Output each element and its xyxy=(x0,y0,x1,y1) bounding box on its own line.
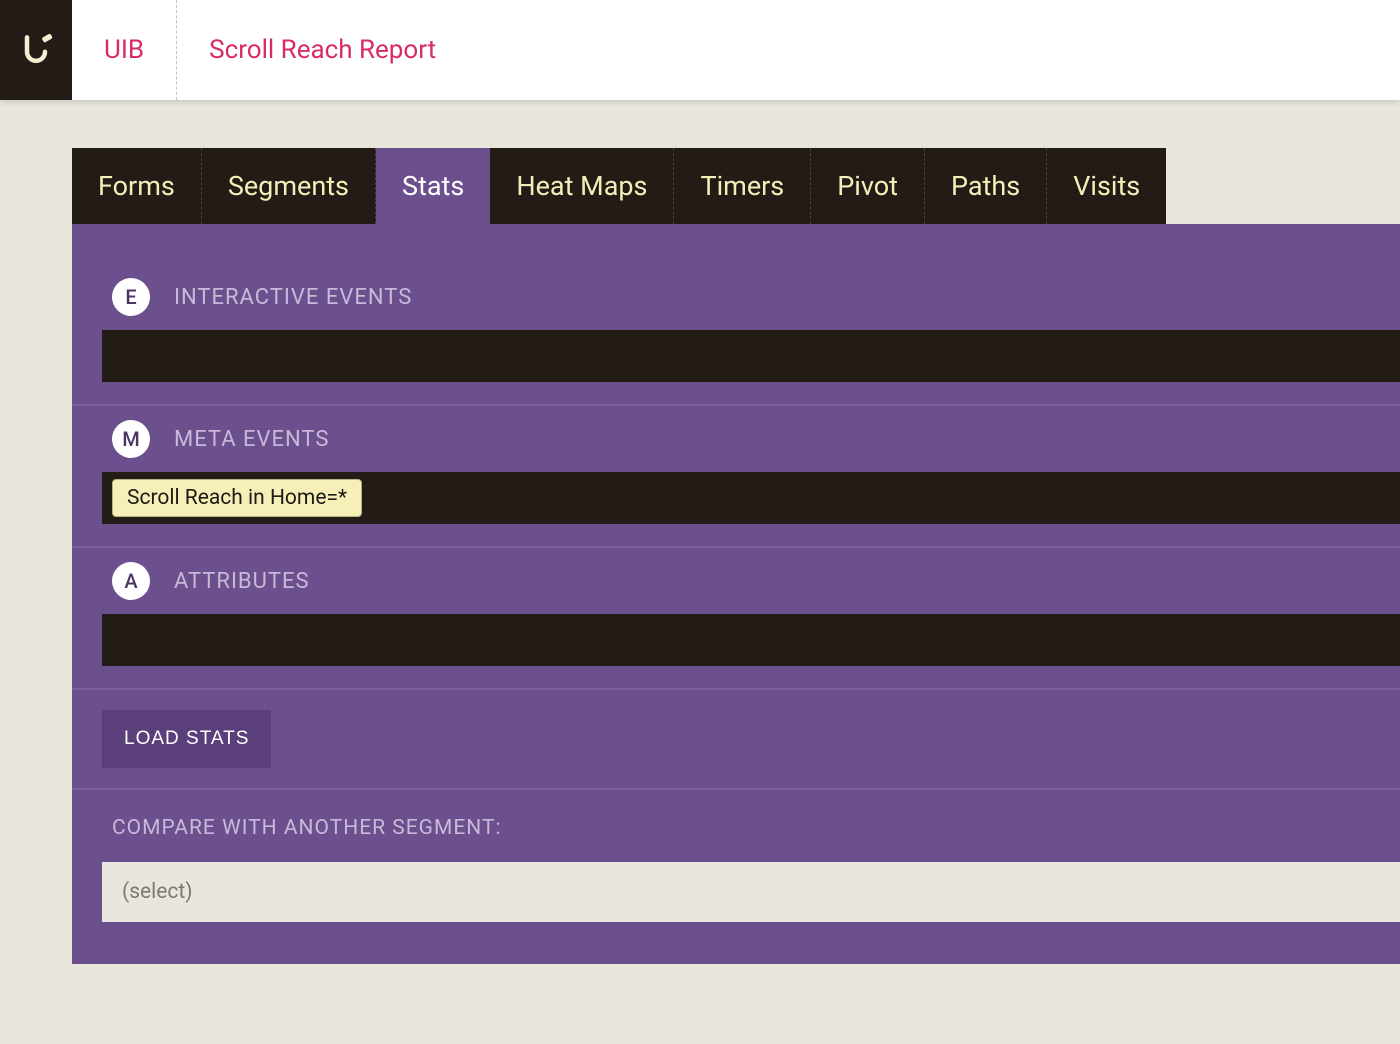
tab-label: Pivot xyxy=(837,170,898,202)
tab-visits[interactable]: Visits xyxy=(1047,148,1166,224)
tab-segments[interactable]: Segments xyxy=(202,148,376,224)
filter-chip[interactable]: Scroll Reach in Home=* xyxy=(112,479,362,517)
breadcrumb-item-0[interactable]: UIB xyxy=(72,0,177,100)
action-row: LOAD STATS xyxy=(72,690,1400,790)
tab-label: Segments xyxy=(228,170,349,202)
tab-paths[interactable]: Paths xyxy=(925,148,1047,224)
main-panel: Forms Segments Stats Heat Maps Timers Pi… xyxy=(72,148,1400,964)
tab-label: Stats xyxy=(402,170,464,202)
section-badge: E xyxy=(112,278,150,316)
section-header: A ATTRIBUTES xyxy=(72,548,1400,614)
tab-label: Timers xyxy=(700,170,784,202)
tab-heat-maps[interactable]: Heat Maps xyxy=(490,148,674,224)
breadcrumb-label: UIB xyxy=(104,35,144,65)
section-title: ATTRIBUTES xyxy=(174,569,310,594)
logo-icon xyxy=(18,32,54,68)
section-title: INTERACTIVE EVENTS xyxy=(174,285,412,310)
section-title: META EVENTS xyxy=(174,427,329,452)
tab-label: Paths xyxy=(951,170,1020,202)
tab-forms[interactable]: Forms xyxy=(72,148,202,224)
compare-segment-block: COMPARE WITH ANOTHER SEGMENT: (select) xyxy=(72,790,1400,934)
tab-stats[interactable]: Stats xyxy=(376,148,490,224)
section-interactive-events: E INTERACTIVE EVENTS xyxy=(72,264,1400,406)
section-header: E INTERACTIVE EVENTS xyxy=(72,264,1400,330)
section-badge: M xyxy=(112,420,150,458)
section-attributes: A ATTRIBUTES xyxy=(72,548,1400,690)
breadcrumb-label: Scroll Reach Report xyxy=(209,35,436,65)
breadcrumb-item-1[interactable]: Scroll Reach Report xyxy=(177,0,468,100)
attributes-input[interactable] xyxy=(102,614,1400,666)
tab-pivot[interactable]: Pivot xyxy=(811,148,925,224)
app-logo[interactable] xyxy=(0,0,72,100)
app-header: UIB Scroll Reach Report xyxy=(0,0,1400,100)
section-header: M META EVENTS xyxy=(72,406,1400,472)
section-meta-events: M META EVENTS Scroll Reach in Home=* xyxy=(72,406,1400,548)
compare-segment-select[interactable]: (select) xyxy=(102,862,1400,922)
interactive-events-input[interactable] xyxy=(102,330,1400,382)
section-badge: A xyxy=(112,562,150,600)
meta-events-input[interactable]: Scroll Reach in Home=* xyxy=(102,472,1400,524)
tab-label: Heat Maps xyxy=(516,170,647,202)
stats-body: E INTERACTIVE EVENTS M META EVENTS Scrol… xyxy=(72,224,1400,964)
compare-label: COMPARE WITH ANOTHER SEGMENT: xyxy=(112,816,1400,840)
tab-label: Forms xyxy=(98,170,175,202)
tab-timers[interactable]: Timers xyxy=(674,148,811,224)
load-stats-button[interactable]: LOAD STATS xyxy=(102,710,271,768)
tab-bar: Forms Segments Stats Heat Maps Timers Pi… xyxy=(72,148,1400,224)
tab-label: Visits xyxy=(1073,170,1140,202)
